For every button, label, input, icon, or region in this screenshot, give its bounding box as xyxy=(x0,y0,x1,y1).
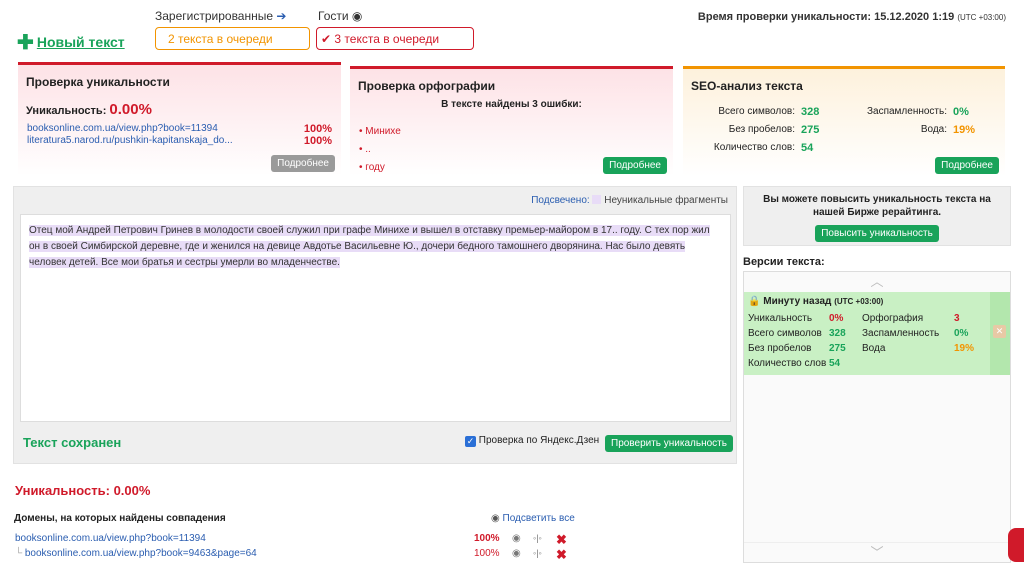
new-text-link[interactable]: ✚ Новый текст xyxy=(17,30,125,55)
versions-title: Версии текста: xyxy=(743,256,825,268)
version-labels-right: Орфография Заспамленность Вода xyxy=(862,313,940,354)
domain-row: └ booksonline.com.ua/view.php?book=9463&… xyxy=(15,547,567,562)
guests-label: Гости ◉ xyxy=(318,9,363,23)
domain-link[interactable]: booksonline.com.ua/view.php?book=9463&pa… xyxy=(25,548,257,559)
domains-title: Домены, на которых найдены совпадения xyxy=(14,513,226,524)
compare-icon[interactable]: ◦|◦ xyxy=(533,533,542,543)
domain-link[interactable]: booksonline.com.ua/view.php?book=11394 xyxy=(15,533,206,544)
source-list: booksonline.com.ua/view.php?book=11394 1… xyxy=(27,123,332,147)
version-values-left: 0% 328 275 54 xyxy=(829,313,846,369)
login-icon: ➔ xyxy=(276,9,287,23)
version-labels-left: Уникальность Всего символов Без пробелов… xyxy=(748,313,827,369)
guests-queue-badge: ✔ 3 текста в очереди xyxy=(316,27,474,50)
checkbox-checked[interactable]: ✓ xyxy=(465,436,476,447)
error-item[interactable]: • .. xyxy=(359,141,401,159)
error-list: • Минихе • .. • году xyxy=(359,123,401,177)
source-link[interactable]: literatura5.narod.ru/pushkin-kapitanskaj… xyxy=(27,135,233,147)
promo-box: Вы можете повысить уникальность текста н… xyxy=(743,186,1011,246)
seo-more-button[interactable]: Подробнее xyxy=(935,157,999,174)
spelling-subtitle: В тексте найдены 3 ошибки: xyxy=(441,99,582,110)
error-item[interactable]: • Минихе xyxy=(359,123,401,141)
version-item[interactable]: 🔒 Минуту назад (UTC +03:00) Уникальность… xyxy=(744,292,1010,375)
chevron-up-icon[interactable]: ︿ xyxy=(744,272,1010,292)
eye-icon: ◉ xyxy=(491,513,500,524)
compare-icon[interactable]: ◦|◦ xyxy=(533,548,542,558)
spelling-panel: Проверка орфографии В тексте найдены 3 о… xyxy=(350,66,673,176)
save-status: Текст сохранен xyxy=(23,435,122,450)
registered-queue-badge: 2 текста в очереди xyxy=(155,27,310,50)
improve-uniqueness-button[interactable]: Повысить уникальность xyxy=(815,225,939,242)
uniqueness-summary: Уникальность: 0.00% xyxy=(26,101,152,118)
registered-label: Зарегистрированные ➔ xyxy=(155,9,287,23)
panel-title: Проверка уникальности xyxy=(26,75,170,89)
highlight-all-link[interactable]: ◉ Подсветить все xyxy=(491,513,575,524)
result-uniqueness: Уникальность: 0.00% xyxy=(15,483,151,498)
plus-icon: ✚ xyxy=(17,32,34,54)
yandex-check[interactable]: ✓ Проверка по Яндекс.Дзен xyxy=(465,435,599,447)
source-row: literatura5.narod.ru/pushkin-kapitanskaj… xyxy=(27,135,332,147)
highlight-legend: Подсвечено: Неуникальные фрагменты xyxy=(531,195,728,206)
panel-title: SEO-анализ текста xyxy=(691,79,803,93)
seo-values-right: 0% 19% xyxy=(953,106,976,136)
uniqueness-more-button[interactable]: Подробнее xyxy=(271,155,335,172)
version-time: 🔒 Минуту назад (UTC +03:00) xyxy=(748,296,884,307)
user-icon: ◉ xyxy=(351,9,363,23)
delete-icon[interactable]: ✖ xyxy=(556,532,567,548)
seo-labels-left: Всего символов: Без пробелов: Количество… xyxy=(713,106,795,153)
promo-text: Вы можете повысить уникальность текста н… xyxy=(763,194,991,218)
uniqueness-panel: Проверка уникальности Уникальность: 0.00… xyxy=(18,62,341,176)
tree-branch-icon: └ xyxy=(15,548,23,559)
editor-area: Подсвечено: Неуникальные фрагменты Отец … xyxy=(13,186,737,464)
close-icon[interactable]: ✕ xyxy=(993,325,1006,338)
seo-values-left: 328 275 54 xyxy=(801,106,820,154)
spelling-more-button[interactable]: Подробнее xyxy=(603,157,667,174)
text-editor[interactable]: Отец мой Андрей Петрович Гринев в молодо… xyxy=(20,214,731,422)
seo-labels-right: Заспамленность: Вода: xyxy=(866,106,947,135)
source-row: booksonline.com.ua/view.php?book=11394 1… xyxy=(27,123,332,135)
chat-widget-button[interactable] xyxy=(1008,528,1024,562)
check-time: Время проверки уникальности: 15.12.2020 … xyxy=(697,11,1006,23)
source-link[interactable]: booksonline.com.ua/view.php?book=11394 xyxy=(27,123,218,135)
version-values-right: 3 0% 19% xyxy=(954,313,975,354)
legend-swatch xyxy=(592,195,602,204)
eye-icon[interactable]: ◉ xyxy=(512,548,521,559)
chevron-down-icon[interactable]: ﹀ xyxy=(744,542,1010,562)
seo-panel: SEO-анализ текста Всего символов: Без пр… xyxy=(683,66,1005,176)
delete-icon[interactable]: ✖ xyxy=(556,547,567,563)
eye-icon[interactable]: ◉ xyxy=(512,533,521,544)
error-item[interactable]: • году xyxy=(359,159,401,177)
check-circle-icon: ✔ xyxy=(321,32,332,46)
check-uniqueness-button[interactable]: Проверить уникальность xyxy=(605,435,733,452)
panel-title: Проверка орфографии xyxy=(358,79,496,93)
versions-list: ︿ 🔒 Минуту назад (UTC +03:00) Уникальнос… xyxy=(743,271,1011,563)
domain-row: booksonline.com.ua/view.php?book=11394 1… xyxy=(15,532,567,547)
lock-icon: 🔒 xyxy=(748,296,761,307)
